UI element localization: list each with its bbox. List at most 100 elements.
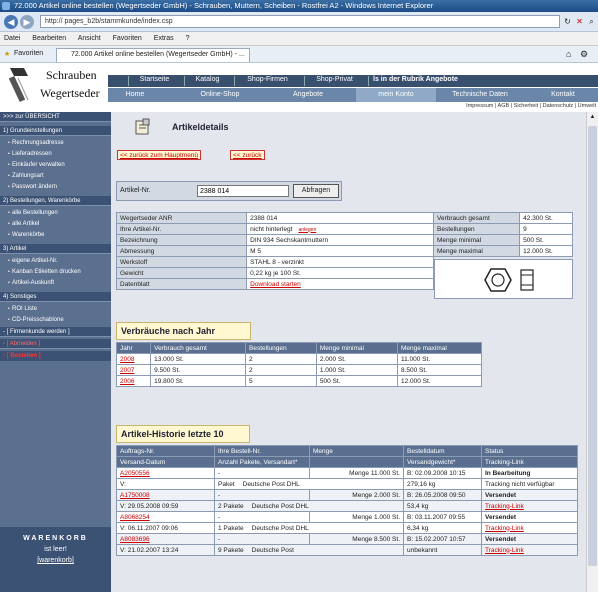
year-row: 2006 19.800 St. 5 500 St. 12.000 St. — [115, 375, 483, 387]
detail-value-cell: STAHL 8 - verzinkt — [246, 256, 434, 268]
order-link[interactable]: A8068254 — [120, 514, 150, 521]
site-logo[interactable]: Schrauben Wegertseder — [4, 64, 104, 108]
sidebar-item-warenkoerbe[interactable]: Warenkörbe — [0, 230, 111, 240]
nav-startseite[interactable]: Startseite — [128, 76, 180, 86]
nav-shop-firmen[interactable]: Shop-Firmen — [234, 76, 300, 86]
year-cell: 19.800 St. — [150, 375, 247, 387]
sidebar-item-alle-artikel[interactable]: alle Artikel — [0, 219, 111, 229]
year-row: 2008 13.000 St. 2 2.000 St. 11.000 St. — [115, 353, 483, 365]
url-input[interactable]: http:// pages_b2b/stammkunde/index.csp — [40, 15, 560, 28]
order-link[interactable]: A1750008 — [120, 492, 150, 499]
sidebar: >>> zur ÜBERSICHT 1) Grundeinstellungen … — [0, 112, 111, 592]
sidebar-item-passwort[interactable]: Passwort ändern — [0, 182, 111, 192]
detail-value: 0,22 kg je 100 St. — [250, 269, 301, 277]
favorites-bar: ★ Favoriten 72.000 Artikel online bestel… — [0, 46, 598, 63]
nav-kontakt[interactable]: Kontakt — [528, 88, 598, 102]
detail-row: Wegertseder ANR 2388 014 — [115, 212, 434, 224]
year-link[interactable]: 2008 — [120, 356, 134, 363]
main-nav: Home Online-Shop Angebote mein Konto Tec… — [108, 88, 598, 102]
sidebar-item-einkaeufer[interactable]: Einkäufer verwalten — [0, 160, 111, 170]
detail-label: Bezeichnung — [115, 234, 248, 246]
history-quantity: Menge 11.000 St. — [309, 467, 404, 479]
refresh-icon[interactable]: ↻ — [562, 16, 573, 27]
cart-link[interactable]: [warenkorb] — [0, 557, 111, 564]
sidebar-item-zahlungsart[interactable]: Zahlungsart — [0, 171, 111, 181]
year-value: 11.000 St. — [400, 355, 431, 363]
star-icon[interactable]: ★ — [4, 50, 10, 58]
stop-icon[interactable]: ✕ — [574, 16, 585, 27]
nav-technische-daten[interactable]: Technische Daten — [438, 88, 522, 102]
sidebar-bestellen[interactable]: - [ Bestellen ] — [0, 351, 111, 361]
utility-links[interactable]: Impressum | AGB | Sicherheit | Datenschu… — [108, 103, 598, 112]
year-value: 12.000 St. — [400, 377, 431, 385]
sidebar-abmelden[interactable]: - [ Abmelden ] — [0, 339, 111, 349]
year-link[interactable]: 2006 — [120, 378, 134, 385]
sidebar-item-bestellungen[interactable]: alle Bestellungen — [0, 208, 111, 218]
stat-row: Menge maximal 12.000 St. — [432, 245, 573, 257]
tracking-link[interactable]: Tracking-Link — [485, 525, 524, 532]
menu-extras[interactable]: Extras — [154, 35, 174, 42]
year-value: 1.000 St. — [319, 366, 346, 374]
nav-angebote[interactable]: Angebote — [268, 88, 348, 102]
logo-line1: Schrauben — [46, 68, 97, 82]
history-row: A8083696 - Menge 8.500 St. B: 15.02.2007 10… — [116, 533, 578, 545]
history-cell: Tracking-Link — [481, 544, 578, 556]
year-value: 9.500 St. — [154, 366, 181, 374]
sidebar-overview[interactable]: >>> zur ÜBERSICHT — [0, 112, 111, 122]
order-link[interactable]: A2050556 — [120, 470, 150, 477]
sidebar-item-cd[interactable]: CD-Preisschablone — [0, 315, 111, 325]
year-cell: 9.500 St. — [150, 364, 247, 376]
home-icon[interactable]: ⌂ — [566, 49, 571, 59]
nav-home[interactable]: Home — [108, 88, 162, 102]
tracking-link[interactable]: Tracking-Link — [485, 547, 524, 554]
history-row-sub: V: Paket Deutsche Post DHL 279,16 kg Trackin… — [116, 478, 578, 490]
history-table: Auftrags-Nr. Ihre Bestell-Nr. Menge Bestell… — [116, 445, 578, 556]
logo-line2: Wegertseder — [40, 86, 100, 100]
sidebar-item-eigene-artnr[interactable]: eigene Artikel-Nr. — [0, 256, 111, 266]
scrollbar-thumb[interactable] — [588, 126, 597, 566]
sidebar-item-artikel-auskunft[interactable]: Artikel-Auskunft — [0, 278, 111, 288]
nav-online-shop[interactable]: Online-Shop — [188, 88, 252, 102]
history-row-sub: V: 06.11.2007 09:06 1 Pakete Deutsche Post… — [116, 522, 578, 534]
year-link[interactable]: 2007 — [120, 367, 134, 374]
sidebar-item-kanban[interactable]: Kanban Etiketten drucken — [0, 267, 111, 277]
menu-help[interactable]: ? — [186, 35, 190, 42]
history-weight: 6,34 kg — [403, 522, 482, 534]
back-main-button[interactable]: << zurück zum Hauptmenü — [117, 150, 202, 160]
tracking-link[interactable]: Tracking-Link — [485, 503, 524, 510]
back-button[interactable]: << zurück — [230, 150, 265, 160]
menu-favoriten[interactable]: Favoriten — [113, 35, 142, 42]
back-icon[interactable]: ◀ — [4, 15, 18, 29]
nav-shop-privat[interactable]: Shop-Privat — [304, 76, 364, 86]
query-button[interactable]: Abfragen — [293, 184, 339, 198]
window-titlebar: 72.000 Artikel online bestellen (Wegerts… — [0, 0, 598, 12]
history-subheader: Anzahl Pakete, Versandart* — [214, 456, 310, 468]
sidebar-item-lieferadressen[interactable]: Lieferadressen — [0, 149, 111, 159]
nav-mein-konto[interactable]: mein Konto — [356, 88, 436, 102]
menu-ansicht[interactable]: Ansicht — [78, 35, 101, 42]
history-packages: Paket — [218, 480, 235, 488]
menu-bearbeiten[interactable]: Bearbeiten — [32, 35, 66, 42]
notepad-icon — [135, 118, 150, 135]
history-quantity: Menge 8.500 St. — [309, 533, 404, 545]
datasheet-link[interactable]: Download starten — [250, 281, 301, 288]
year-cell: 8.500 St. — [396, 364, 483, 376]
sidebar-item-roi[interactable]: ROI Liste — [0, 304, 111, 314]
nav-katalog[interactable]: Katalog — [184, 76, 230, 86]
nav-angebote-text[interactable]: ls in der Rubrik Angebote — [368, 76, 478, 86]
order-link[interactable]: A8083696 — [120, 536, 150, 543]
forward-icon[interactable]: ▶ — [20, 15, 34, 29]
sidebar-firmenkunde[interactable]: - [ Firmenkunde werden ] — [0, 327, 111, 337]
anlegen-link[interactable]: anlegen — [298, 227, 316, 233]
detail-value-cell: 2388 014 — [246, 212, 434, 224]
tools-icon[interactable]: ⚙ — [580, 49, 588, 60]
scroll-up-icon[interactable]: ▲ — [588, 114, 597, 123]
favorites-button[interactable]: Favoriten — [14, 50, 43, 57]
sidebar-item-rechnungsadresse[interactable]: Rechnungsadresse — [0, 138, 111, 148]
artnr-input[interactable] — [197, 185, 289, 197]
history-status: Versendet — [481, 511, 578, 523]
browser-tab[interactable]: 72.000 Artikel online bestellen (Wegerts… — [56, 48, 250, 62]
search-icon[interactable]: ⌕ — [586, 16, 597, 27]
menu-datei[interactable]: Datei — [4, 35, 20, 42]
scrollbar[interactable]: ▲ — [586, 112, 598, 592]
